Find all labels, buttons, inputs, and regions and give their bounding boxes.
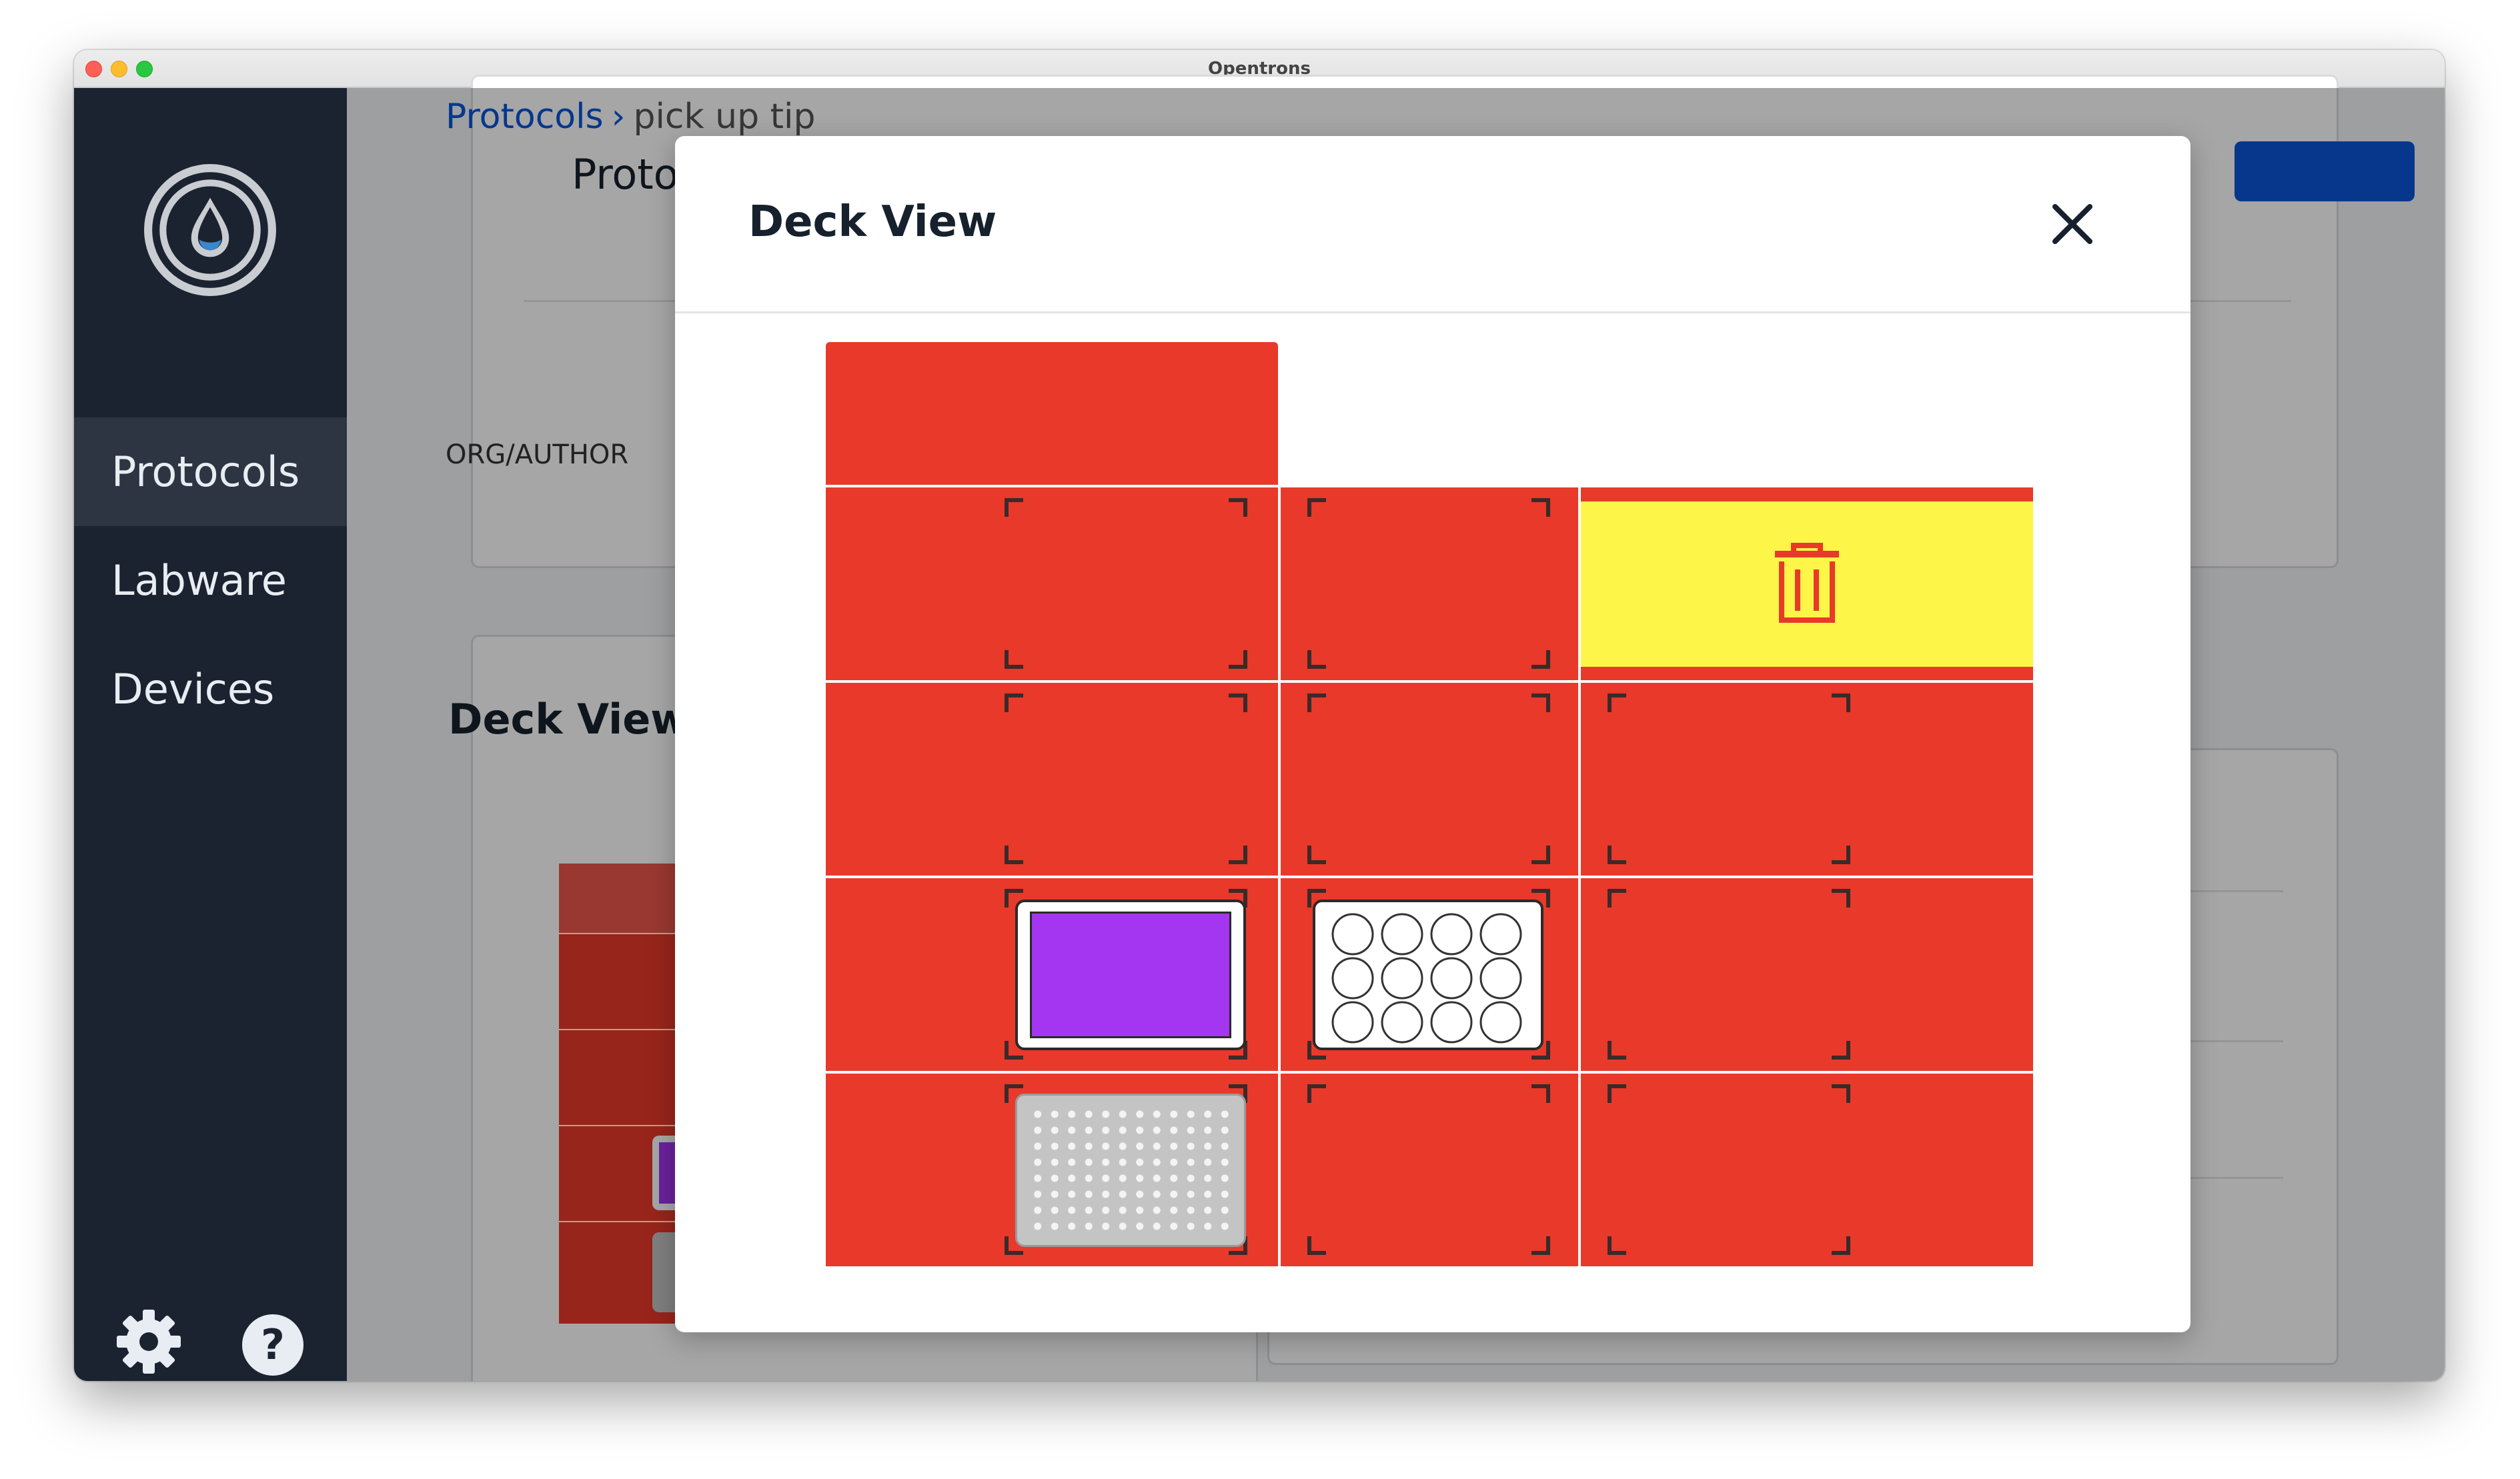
opentrons-logo-icon — [144, 164, 276, 296]
sidebar-item-labware[interactable]: Labware — [74, 526, 347, 635]
well-plate-wells — [1331, 913, 1522, 1044]
reservoir-labware[interactable] — [1015, 900, 1246, 1050]
deck-slot-d1[interactable] — [826, 1074, 1278, 1266]
tiprack-labware[interactable] — [1015, 1094, 1246, 1247]
deck-slot-c3[interactable] — [1581, 878, 2033, 1071]
sidebar: Protocols Labware Devices ? — [74, 88, 347, 1381]
deck-slot-a2[interactable] — [1281, 487, 1578, 680]
modal-title: Deck View — [748, 197, 997, 247]
deck-slot-d3[interactable] — [1581, 1074, 2033, 1266]
well-plate-12-labware[interactable] — [1313, 900, 1543, 1050]
modal-header: Deck View — [675, 136, 2190, 313]
close-icon[interactable] — [2046, 197, 2099, 251]
deck-slot-b2[interactable] — [1281, 683, 1578, 876]
tiprack-tips — [1029, 1106, 1233, 1234]
trash-icon — [1775, 543, 1839, 623]
deck-slot-c1[interactable] — [826, 878, 1278, 1071]
reservoir-well — [1030, 912, 1231, 1038]
deck-slot-d2[interactable] — [1281, 1074, 1578, 1266]
deck-slot-a3[interactable] — [1581, 487, 2033, 680]
gear-icon[interactable] — [115, 1308, 182, 1375]
help-icon[interactable]: ? — [242, 1314, 303, 1376]
deck-slot-c2[interactable] — [1281, 878, 1578, 1071]
trash-drop-zone[interactable] — [1581, 501, 2033, 667]
sidebar-item-protocols[interactable]: Protocols — [74, 417, 347, 526]
deck-slot-a1[interactable] — [826, 487, 1278, 680]
deck-slot-fixed-trash-area[interactable] — [826, 342, 1278, 485]
sidebar-item-devices[interactable]: Devices — [74, 635, 347, 744]
deck-view-modal: Deck View — [675, 136, 2190, 1332]
deck-slot-b3[interactable] — [1581, 683, 2033, 876]
deck-slot-b1[interactable] — [826, 683, 1278, 876]
